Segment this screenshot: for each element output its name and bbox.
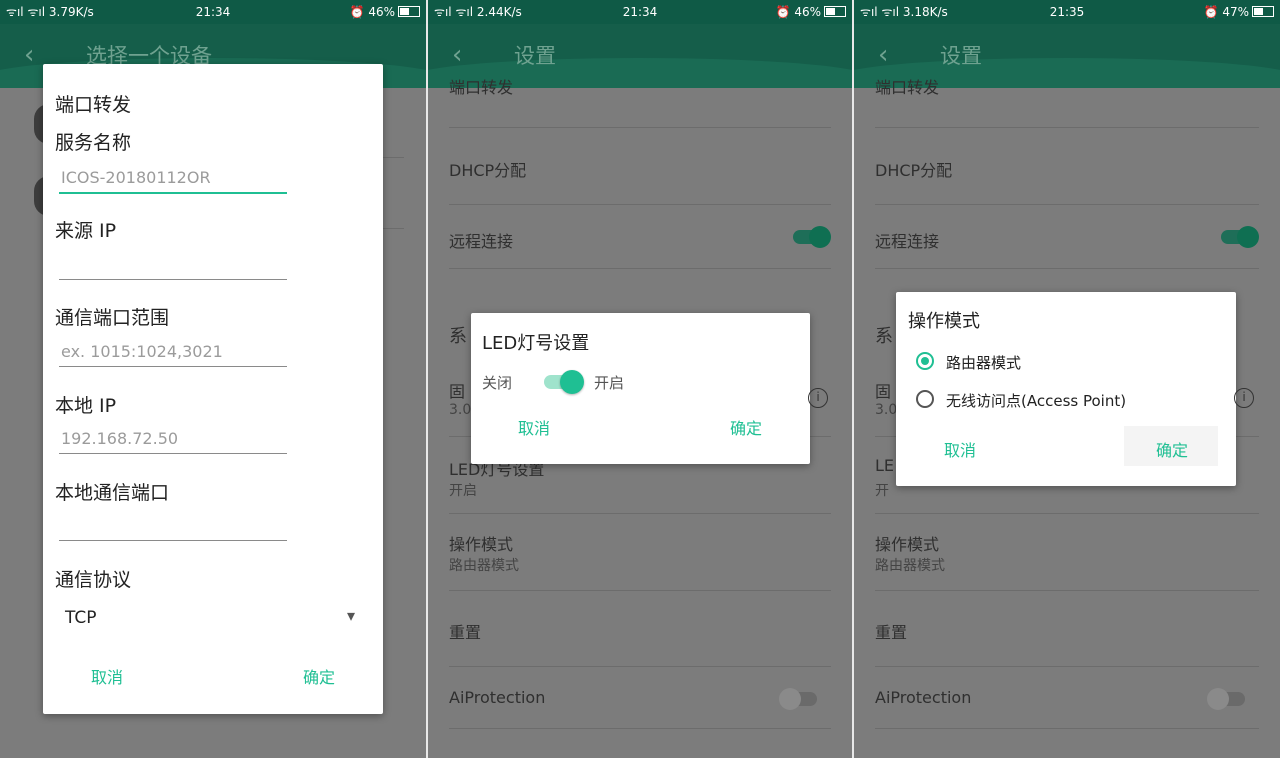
protocol-label: 通信协议 bbox=[55, 569, 132, 591]
settings-row-dhcp[interactable]: DHCP分配 bbox=[449, 127, 831, 205]
settings-row-remote[interactable]: 远程连接 bbox=[875, 204, 1259, 269]
cancel-button[interactable]: 取消 bbox=[91, 664, 123, 688]
remote-toggle[interactable] bbox=[1221, 226, 1259, 248]
settings-row-remote[interactable]: 远程连接 bbox=[449, 204, 831, 269]
battery-level: 46% bbox=[794, 5, 821, 19]
back-arrow-icon[interactable]: ‹ bbox=[878, 40, 888, 70]
phone-panel-operation-mode: ᯤıl ᯤıl 3.18K/s 21:35 ⏰ 47% ‹ 设置 端口转发 DH… bbox=[854, 0, 1280, 758]
alarm-icon: ⏰ bbox=[775, 5, 791, 19]
settings-row-reset[interactable]: 重置 bbox=[449, 590, 831, 667]
remote-toggle[interactable] bbox=[793, 226, 831, 248]
off-label: 关闭 bbox=[482, 374, 513, 392]
alarm-icon: ⏰ bbox=[349, 5, 365, 19]
status-bar: ᯤıl ᯤıl 3.18K/s 21:35 ⏰ 47% bbox=[854, 0, 1280, 24]
alarm-icon: ⏰ bbox=[1203, 5, 1219, 19]
on-label: 开启 bbox=[594, 374, 625, 392]
page-title: 设置 bbox=[940, 44, 982, 68]
service-name-input[interactable]: ICOS-20180112OR bbox=[59, 164, 287, 194]
settings-row-dhcp[interactable]: DHCP分配 bbox=[875, 127, 1259, 205]
settings-row-port-forwarding[interactable]: 端口转发 bbox=[449, 74, 831, 128]
service-name-label: 服务名称 bbox=[55, 132, 132, 154]
port-range-label: 通信端口范围 bbox=[55, 307, 170, 329]
settings-row-reset[interactable]: 重置 bbox=[875, 590, 1259, 667]
protocol-value: TCP bbox=[65, 608, 97, 628]
dialog-title: 操作模式 bbox=[908, 311, 980, 332]
led-settings-dialog: LED灯号设置 关闭 开启 取消 确定 bbox=[471, 313, 810, 464]
back-arrow-icon[interactable]: ‹ bbox=[24, 40, 34, 70]
port-forwarding-dialog: 端口转发 服务名称 ICOS-20180112OR 来源 IP 通信端口范围 e… bbox=[43, 64, 383, 714]
ok-button[interactable]: 确定 bbox=[303, 664, 335, 688]
battery-level: 46% bbox=[368, 5, 395, 19]
settings-row-aiprotection[interactable]: AiProtection bbox=[875, 666, 1259, 729]
phone-panel-led-settings: ᯤıl ᯤıl 2.44K/s 21:34 ⏰ 46% ‹ 设置 端口转发 DH… bbox=[428, 0, 852, 758]
local-ip-label: 本地 IP bbox=[55, 395, 117, 417]
section-header: 系 bbox=[875, 326, 893, 347]
battery-icon bbox=[1252, 6, 1274, 17]
source-ip-label: 来源 IP bbox=[55, 220, 117, 242]
port-range-input[interactable]: ex. 1015:1024,3021 bbox=[59, 338, 287, 367]
settings-row-aiprotection[interactable]: AiProtection bbox=[449, 666, 831, 729]
local-ip-input[interactable]: 192.168.72.50 bbox=[59, 425, 287, 454]
ok-button[interactable]: 确定 bbox=[1156, 437, 1188, 461]
source-ip-input[interactable] bbox=[59, 251, 287, 280]
radio-unselected-icon bbox=[916, 390, 934, 408]
option-router-mode[interactable]: 路由器模式 bbox=[914, 350, 1214, 374]
page-title: 设置 bbox=[514, 44, 556, 68]
option-access-point[interactable]: 无线访问点(Access Point) bbox=[914, 388, 1224, 412]
info-icon[interactable]: i bbox=[1234, 388, 1254, 408]
status-bar: ᯤıl ᯤıl 2.44K/s 21:34 ⏰ 46% bbox=[428, 0, 852, 24]
operation-mode-dialog: 操作模式 路由器模式 无线访问点(Access Point) 取消 确定 bbox=[896, 292, 1236, 486]
dialog-title: LED灯号设置 bbox=[482, 333, 590, 354]
cancel-button[interactable]: 取消 bbox=[518, 415, 550, 439]
protocol-select[interactable]: TCP ▾ bbox=[63, 606, 355, 632]
settings-row-operation-mode[interactable]: 操作模式 路由器模式 bbox=[449, 513, 831, 591]
dialog-heading: 端口转发 bbox=[55, 94, 132, 116]
radio-selected-icon bbox=[916, 352, 934, 370]
section-header: 系 bbox=[449, 326, 467, 347]
aiprotection-toggle[interactable] bbox=[779, 688, 817, 710]
phone-panel-port-forwarding: ᯤıl ᯤıl 3.79K/s 21:34 ⏰ 46% ‹ 选择一个设备 端口转… bbox=[0, 0, 426, 758]
led-toggle-switch[interactable] bbox=[544, 370, 584, 394]
battery-level: 47% bbox=[1222, 5, 1249, 19]
local-port-label: 本地通信端口 bbox=[55, 482, 170, 504]
ok-button[interactable]: 确定 bbox=[730, 415, 762, 439]
back-arrow-icon[interactable]: ‹ bbox=[452, 40, 462, 70]
info-icon[interactable]: i bbox=[808, 388, 828, 408]
local-port-input[interactable] bbox=[59, 512, 287, 541]
battery-icon bbox=[398, 6, 420, 17]
aiprotection-toggle[interactable] bbox=[1207, 688, 1245, 710]
cancel-button[interactable]: 取消 bbox=[944, 437, 976, 461]
dropdown-arrow-icon: ▾ bbox=[346, 606, 355, 625]
settings-row-port-forwarding[interactable]: 端口转发 bbox=[875, 74, 1259, 128]
status-bar: ᯤıl ᯤıl 3.79K/s 21:34 ⏰ 46% bbox=[0, 0, 426, 24]
settings-row-operation-mode[interactable]: 操作模式 路由器模式 bbox=[875, 513, 1259, 591]
battery-icon bbox=[824, 6, 846, 17]
